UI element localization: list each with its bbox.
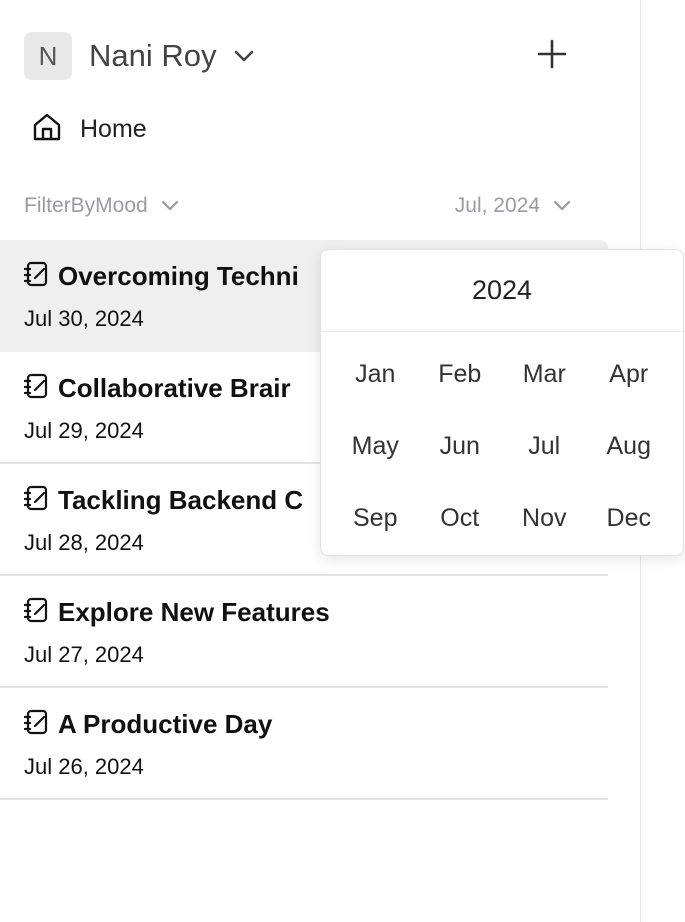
entry-title: Tackling Backend C [58, 485, 304, 515]
entry-title: Overcoming Techni [58, 261, 299, 291]
mood-filter-label: FilterByMood [24, 194, 148, 217]
month-option-sep[interactable]: Sep [333, 482, 418, 554]
entry-date: Jul 29, 2024 [24, 418, 144, 443]
month-option-jul[interactable]: Jul [502, 410, 587, 482]
home-label: Home [80, 114, 147, 143]
month-option-jun[interactable]: Jun [418, 410, 503, 482]
month-option-dec[interactable]: Dec [587, 482, 672, 554]
journal-edit-icon [23, 372, 50, 405]
chevron-down-icon [161, 200, 178, 211]
journal-edit-icon [23, 708, 50, 741]
month-option-apr[interactable]: Apr [587, 338, 672, 410]
add-entry-button[interactable] [532, 36, 572, 76]
avatar: N [24, 32, 72, 80]
month-option-oct[interactable]: Oct [418, 482, 503, 554]
month-picker-year[interactable]: 2024 [321, 250, 683, 332]
month-filter-label: Jul, 2024 [454, 194, 540, 217]
entry-title: A Productive Day [58, 709, 273, 739]
journal-edit-icon [23, 260, 50, 293]
chevron-down-icon [553, 200, 571, 211]
sidebar-item-home[interactable]: Home [32, 112, 147, 146]
mood-filter-dropdown[interactable]: FilterByMood [24, 194, 180, 218]
entry-date: Jul 27, 2024 [24, 642, 144, 667]
home-icon [32, 112, 62, 147]
account-switcher[interactable]: N Nani Roy [24, 32, 255, 80]
account-name: Nani Roy [89, 38, 217, 73]
month-picker-popover: 2024 Jan Feb Mar Apr May Jun Jul Aug Sep… [320, 249, 684, 556]
entry-date: Jul 28, 2024 [24, 530, 144, 555]
entry-date: Jul 30, 2024 [24, 306, 144, 331]
entry-date: Jul 26, 2024 [24, 754, 144, 779]
chevron-down-icon[interactable] [233, 49, 255, 63]
month-option-aug[interactable]: Aug [587, 410, 672, 482]
month-option-mar[interactable]: Mar [502, 338, 587, 410]
filter-row: FilterByMood Jul, 2024 [24, 194, 572, 222]
entry-title: Collaborative Brair [58, 373, 291, 403]
journal-edit-icon [23, 484, 50, 517]
month-option-jan[interactable]: Jan [333, 338, 418, 410]
month-grid: Jan Feb Mar Apr May Jun Jul Aug Sep Oct … [321, 332, 683, 554]
entry-item[interactable]: Explore New Features Jul 27, 2024 [0, 576, 608, 688]
month-option-may[interactable]: May [333, 410, 418, 482]
entry-title: Explore New Features [58, 597, 330, 627]
month-option-feb[interactable]: Feb [418, 338, 503, 410]
entry-item[interactable]: A Productive Day Jul 26, 2024 [0, 688, 608, 800]
journal-edit-icon [23, 596, 50, 629]
month-filter-dropdown[interactable]: Jul, 2024 [455, 194, 572, 218]
month-option-nov[interactable]: Nov [502, 482, 587, 554]
plus-icon [537, 39, 567, 74]
